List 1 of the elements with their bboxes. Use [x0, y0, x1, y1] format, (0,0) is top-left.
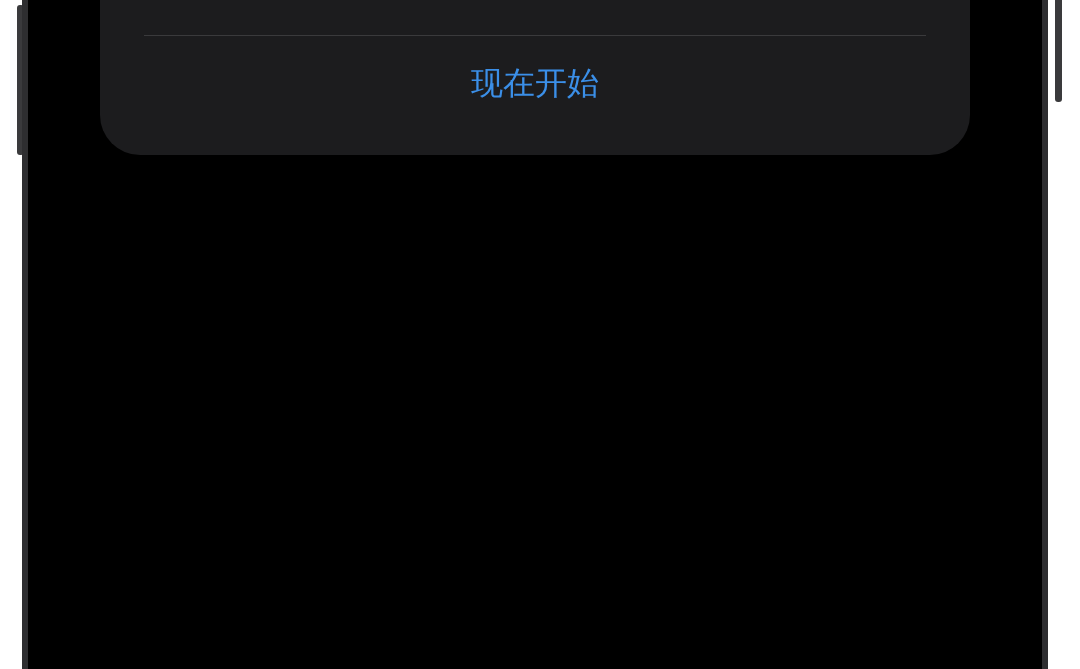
start-button[interactable]: 现在开始 — [451, 56, 619, 112]
